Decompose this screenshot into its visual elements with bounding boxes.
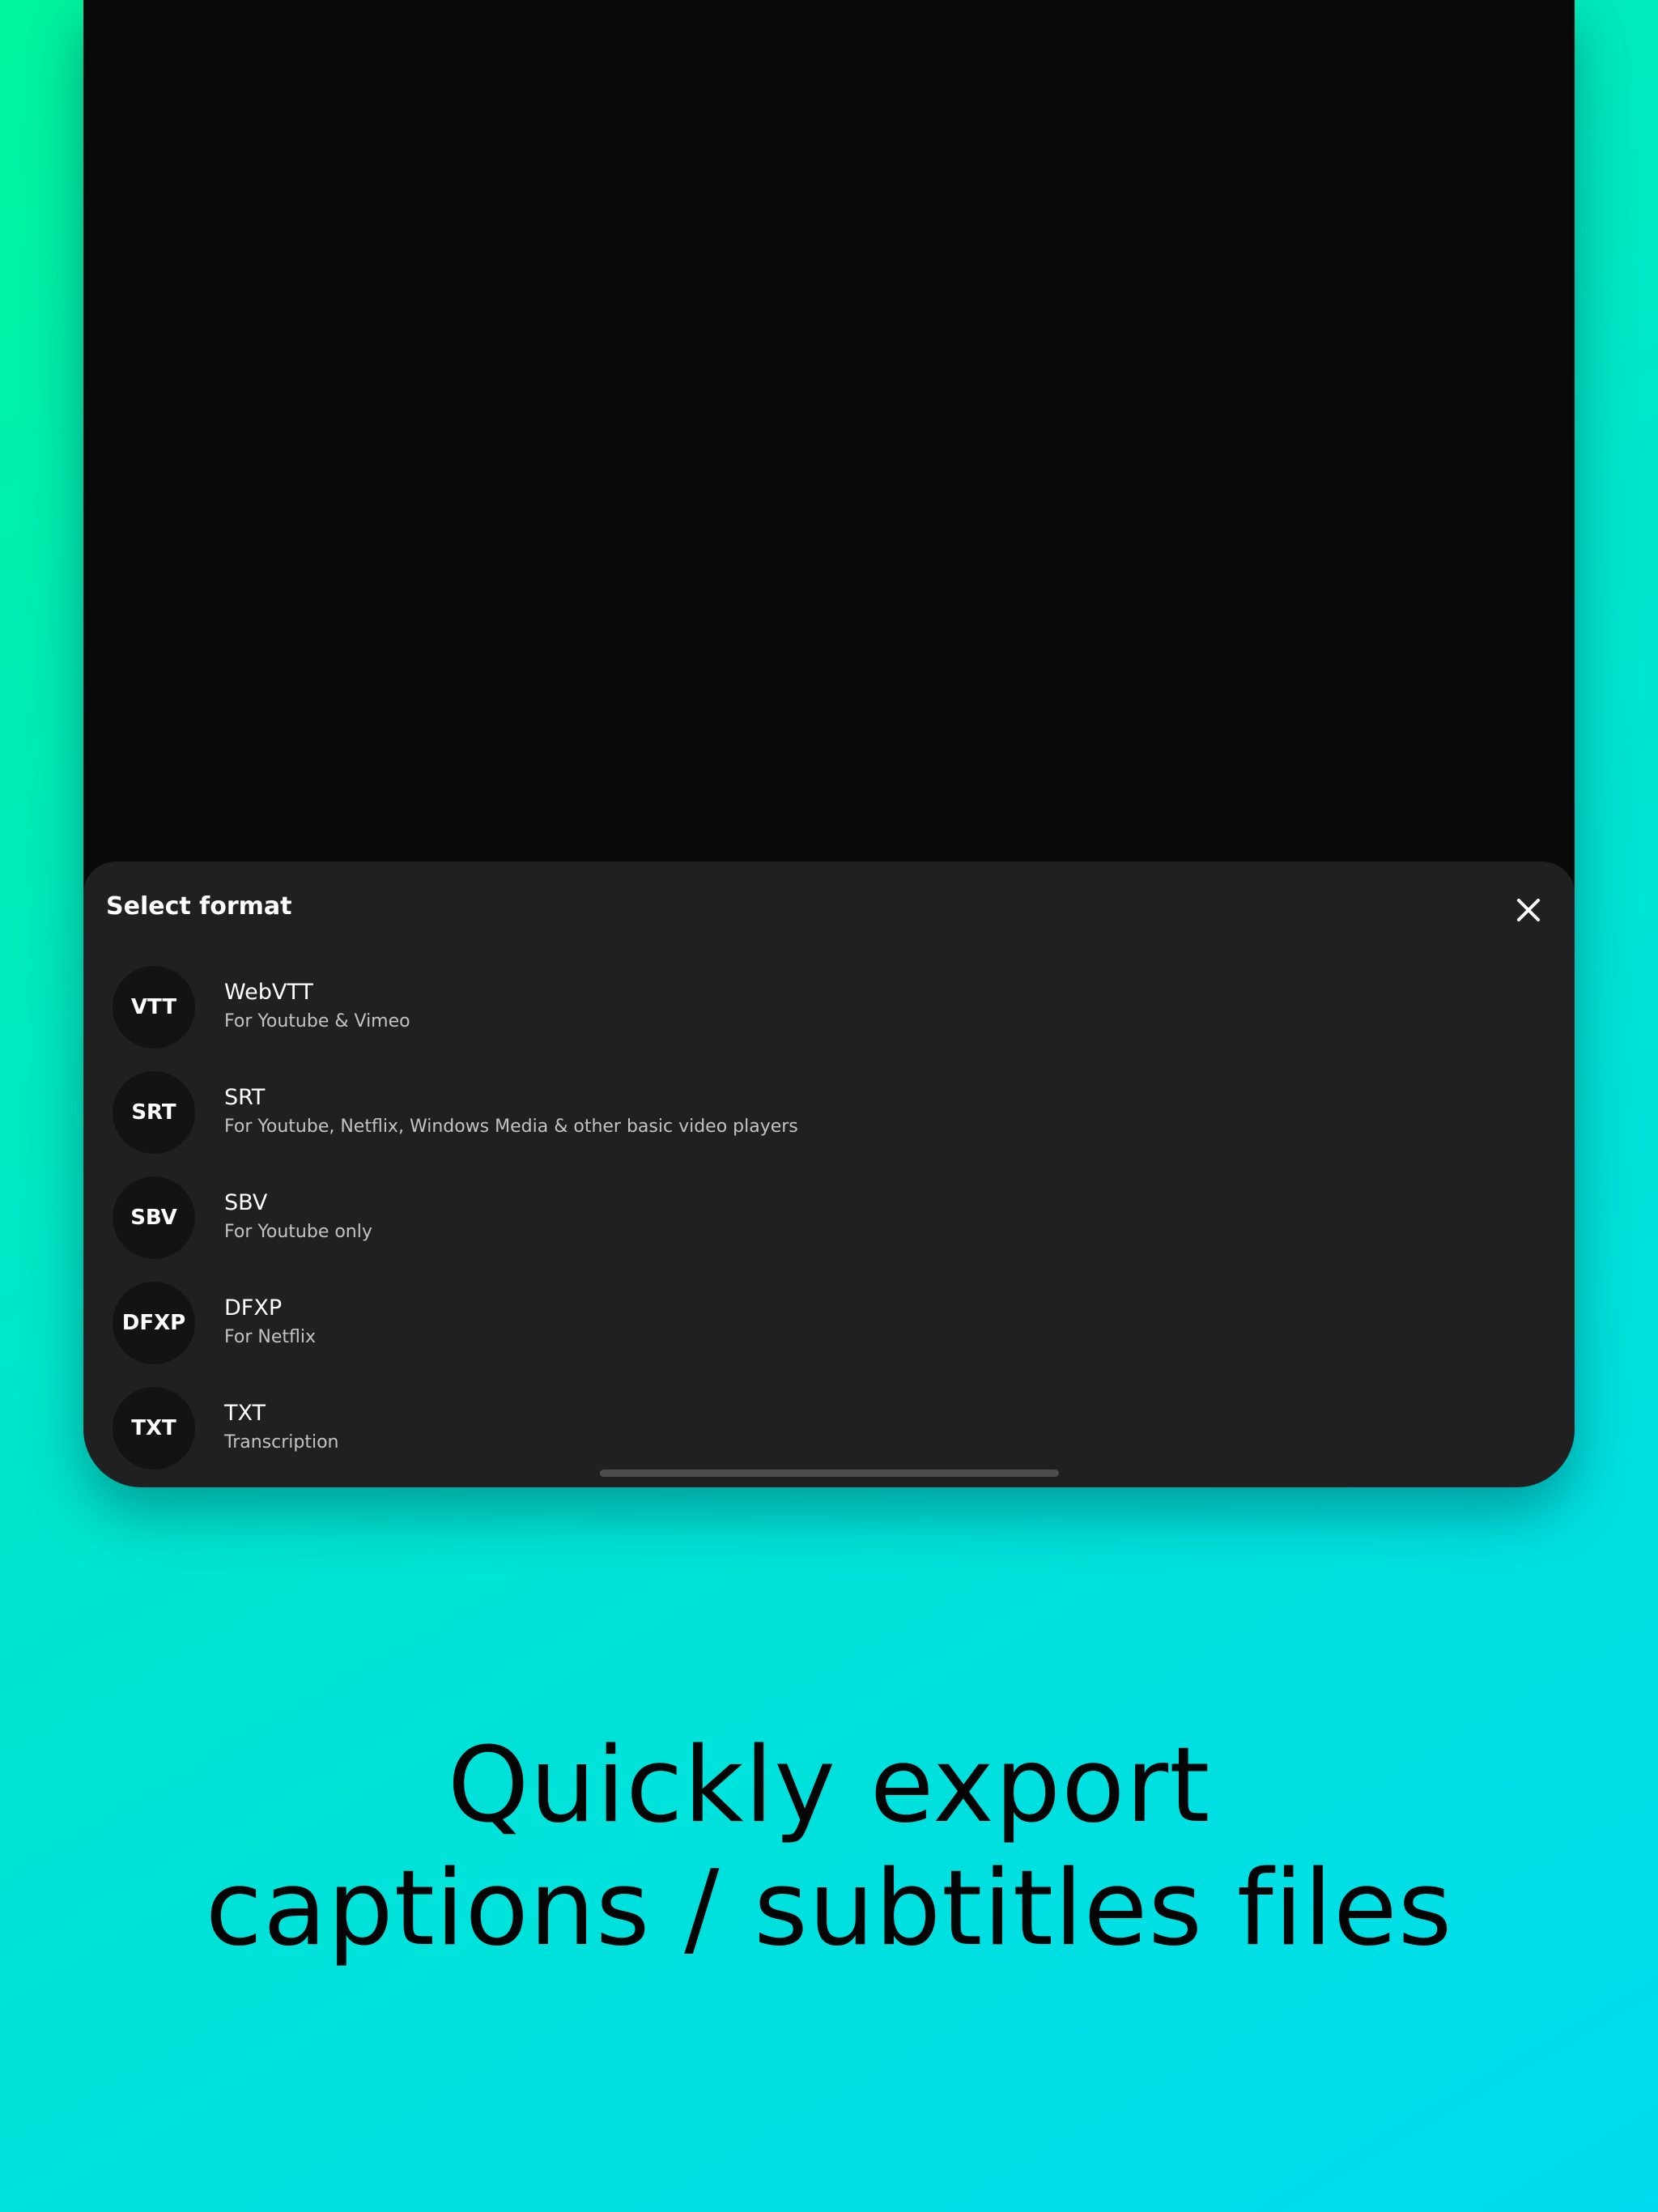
sheet-title: Select format: [106, 892, 292, 921]
format-item-webvtt[interactable]: VTT WebVTT For Youtube & Vimeo: [113, 955, 1537, 1060]
promo-headline: Quickly export captions / subtitles file…: [0, 1725, 1658, 1971]
close-icon: [1517, 899, 1540, 921]
format-description: For Youtube, Netflix, Windows Media & ot…: [224, 1117, 798, 1137]
format-description: For Youtube & Vimeo: [224, 1011, 410, 1032]
format-name: WebVTT: [224, 980, 313, 1005]
format-badge: SRT: [113, 1071, 195, 1154]
format-text: DFXP For Netflix: [224, 1294, 316, 1352]
format-item-srt[interactable]: SRT SRT For Youtube, Netflix, Windows Me…: [113, 1060, 1537, 1165]
headline-line-1: Quickly export: [447, 1725, 1211, 1846]
format-item-txt[interactable]: TXT TXT Transcription: [113, 1376, 1537, 1481]
format-item-sbv[interactable]: SBV SBV For Youtube only: [113, 1165, 1537, 1270]
format-description: Transcription: [224, 1432, 339, 1453]
format-list: VTT WebVTT For Youtube & Vimeo SRT SRT F…: [113, 955, 1537, 1481]
home-indicator[interactable]: [600, 1470, 1059, 1477]
format-badge: DFXP: [113, 1282, 195, 1364]
format-badge: TXT: [113, 1387, 195, 1470]
select-format-sheet: Select format VTT WebVTT For Youtube & V…: [83, 861, 1575, 1487]
format-badge: VTT: [113, 966, 195, 1049]
format-text: SRT For Youtube, Netflix, Windows Media …: [224, 1083, 798, 1142]
format-name: TXT: [224, 1401, 266, 1426]
format-text: TXT Transcription: [224, 1399, 339, 1457]
format-item-dfxp[interactable]: DFXP DFXP For Netflix: [113, 1270, 1537, 1376]
format-description: For Netflix: [224, 1327, 316, 1347]
close-button[interactable]: [1509, 891, 1548, 929]
headline-line-2: captions / subtitles files: [205, 1848, 1453, 1969]
format-badge: SBV: [113, 1176, 195, 1259]
format-text: WebVTT For Youtube & Vimeo: [224, 978, 410, 1036]
format-name: SBV: [224, 1190, 268, 1215]
format-text: SBV For Youtube only: [224, 1189, 372, 1247]
format-description: For Youtube only: [224, 1222, 372, 1242]
format-name: SRT: [224, 1085, 266, 1110]
device-screen: Select format VTT WebVTT For Youtube & V…: [83, 0, 1575, 1487]
format-name: DFXP: [224, 1295, 283, 1321]
